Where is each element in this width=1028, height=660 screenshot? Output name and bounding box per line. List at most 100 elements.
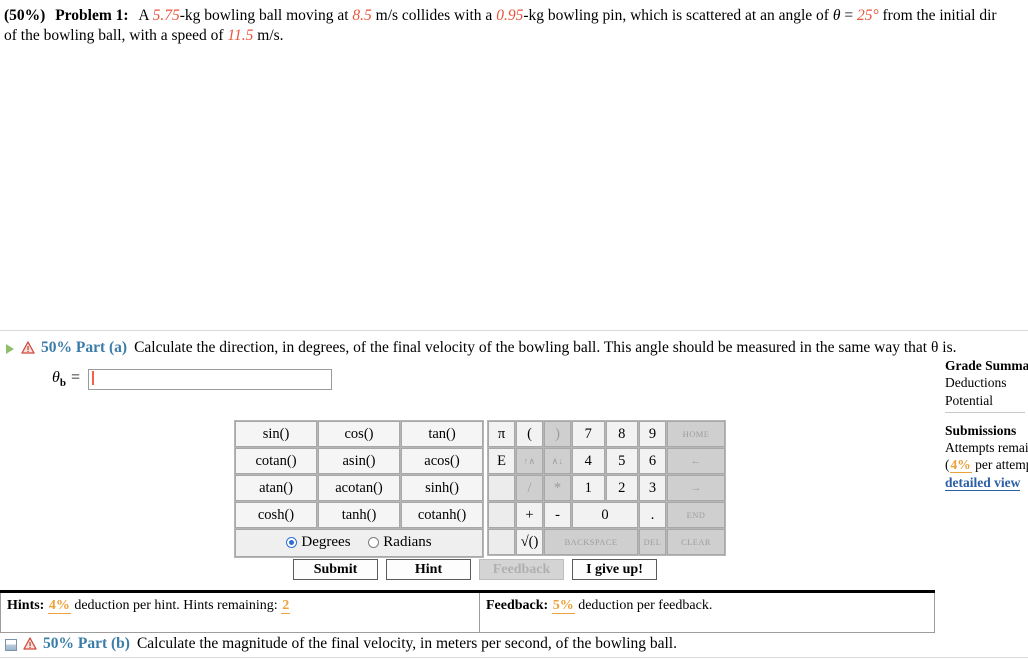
- hints-remaining-count: 2: [281, 598, 291, 614]
- feedback-description: deduction per feedback.: [578, 598, 713, 613]
- calc-key-e[interactable]: E: [488, 448, 515, 474]
- calc-key-backspace[interactable]: BACKSPACE: [544, 529, 638, 555]
- problem-title: Problem 1:: [55, 7, 129, 24]
- problem-text-seg1: A: [138, 7, 153, 24]
- warning-icon: [21, 341, 35, 354]
- calc-key-home[interactable]: HOME: [667, 421, 725, 447]
- calc-key-decimal[interactable]: .: [639, 502, 666, 528]
- calc-key-blank-3: [488, 529, 515, 555]
- problem-statement: (50%) Problem 1: A 5.75-kg bowling ball …: [0, 0, 1028, 47]
- calc-key-2[interactable]: 2: [605, 475, 638, 501]
- calc-key-open-paren[interactable]: (: [516, 421, 543, 447]
- grade-summary-panel: Grade Summa Deductions Potential Submiss…: [945, 357, 1028, 491]
- calc-key-7[interactable]: 7: [572, 421, 605, 447]
- answer-variable-label: θb =: [52, 369, 81, 389]
- calc-key-end[interactable]: END: [667, 502, 725, 528]
- calc-key-5[interactable]: 5: [605, 448, 638, 474]
- calc-key-multiply[interactable]: *: [544, 475, 571, 501]
- calc-key-cotan[interactable]: cotan(): [235, 448, 317, 474]
- calc-key-9[interactable]: 9: [639, 421, 666, 447]
- table-row: cosh() tanh() cotanh(): [235, 502, 483, 528]
- radio-degrees-button[interactable]: [286, 536, 298, 548]
- triangle-right-icon[interactable]: [6, 344, 14, 354]
- value-ball-mass: 5.75: [152, 7, 180, 24]
- radio-degrees[interactable]: Degrees: [286, 534, 351, 551]
- radio-radians-button[interactable]: [368, 536, 380, 548]
- calc-key-minus[interactable]: -: [544, 502, 571, 528]
- table-row: √() BACKSPACE DEL CLEAR: [488, 529, 725, 555]
- square-icon[interactable]: [5, 639, 17, 651]
- calculator-number-pad[interactable]: π ( ) 7 8 9 HOME E ↑∧ ∧↓ 4 5 6 ← / * 1 2…: [487, 420, 726, 556]
- calc-key-arrow-left[interactable]: ←: [667, 448, 725, 474]
- answer-variable-subscript: b: [59, 377, 66, 390]
- calc-key-sqrt[interactable]: √(): [516, 529, 543, 555]
- answer-variable-symbol: θ: [52, 369, 60, 387]
- answer-equals: =: [69, 369, 81, 387]
- calc-key-clear[interactable]: CLEAR: [667, 529, 725, 555]
- feedback-title: Feedback:: [486, 598, 549, 613]
- problem-weight: (50%): [4, 7, 46, 24]
- calc-key-cotanh[interactable]: cotanh(): [401, 502, 483, 528]
- calc-key-8[interactable]: 8: [605, 421, 638, 447]
- calc-key-sinh[interactable]: sinh(): [401, 475, 483, 501]
- calc-key-atan[interactable]: atan(): [235, 475, 317, 501]
- detailed-view-link[interactable]: detailed view: [945, 474, 1021, 491]
- grade-summary-title: Grade Summa: [945, 358, 1028, 373]
- calc-key-3[interactable]: 3: [639, 475, 666, 501]
- action-button-row: Submit Hint Feedback I give up!: [293, 559, 657, 580]
- calc-key-tanh[interactable]: tanh(): [318, 502, 400, 528]
- value-pin-speed: 11.5: [227, 27, 254, 45]
- calc-key-arrow-right[interactable]: →: [667, 475, 725, 501]
- paren-open: (: [945, 457, 950, 473]
- problem-text-seg4: -kg bowling pin, which is scattered at a…: [523, 7, 833, 24]
- value-scatter-angle: 25°: [856, 7, 879, 24]
- radio-radians[interactable]: Radians: [368, 533, 432, 551]
- angle-mode-row[interactable]: Degrees Radians: [235, 529, 483, 557]
- submit-button[interactable]: Submit: [293, 559, 378, 580]
- radio-radians-label: Radians: [383, 533, 432, 550]
- calc-key-6[interactable]: 6: [639, 448, 666, 474]
- calculator-function-pad[interactable]: sin() cos() tan() cotan() asin() acos() …: [234, 420, 484, 558]
- give-up-button[interactable]: I give up!: [572, 559, 657, 580]
- part-a-text: Calculate the direction, in degrees, of …: [134, 339, 957, 356]
- attempt-deduction-pct: 4%: [949, 457, 972, 474]
- calc-key-pi[interactable]: π: [488, 421, 515, 447]
- calc-key-cos[interactable]: cos(): [318, 421, 400, 447]
- part-a-header[interactable]: 50% Part (a) Calculate the direction, in…: [0, 339, 1028, 357]
- grade-deductions-label: Deductions: [945, 375, 1007, 391]
- value-ball-speed: 8.5: [352, 7, 372, 24]
- calc-key-cosh[interactable]: cosh(): [235, 502, 317, 528]
- calc-key-asin[interactable]: asin(): [318, 448, 400, 474]
- calc-key-acos[interactable]: acos(): [401, 448, 483, 474]
- calc-key-acotan[interactable]: acotan(): [318, 475, 400, 501]
- calculator-panel[interactable]: sin() cos() tan() cotan() asin() acos() …: [234, 420, 726, 558]
- calc-key-0[interactable]: 0: [572, 502, 638, 528]
- calc-key-del[interactable]: DEL: [639, 529, 666, 555]
- hints-feedback-bar: Hints: 4% deduction per hint. Hints rema…: [0, 590, 935, 633]
- calc-key-blank-2: [488, 502, 515, 528]
- calc-key-sin[interactable]: sin(): [235, 421, 317, 447]
- calc-key-tan[interactable]: tan(): [401, 421, 483, 447]
- hints-title: Hints:: [7, 598, 45, 613]
- calc-key-plus[interactable]: +: [516, 502, 543, 528]
- calc-key-1[interactable]: 1: [572, 475, 605, 501]
- calc-key-divide[interactable]: /: [516, 475, 543, 501]
- part-b-header[interactable]: 50% Part (b) Calculate the magnitude of …: [0, 635, 1028, 653]
- calc-key-4[interactable]: 4: [572, 448, 605, 474]
- submissions-title: Submissions: [945, 422, 1017, 438]
- table-row: Hints: 4% deduction per hint. Hints rema…: [0, 591, 935, 633]
- calc-key-power-up[interactable]: ↑∧: [516, 448, 543, 474]
- part-a-label: 50% Part (a): [41, 339, 128, 356]
- grade-panel-divider: [945, 411, 1025, 413]
- answer-input[interactable]: [87, 369, 332, 390]
- value-pin-mass: 0.95: [496, 7, 524, 24]
- calc-key-close-paren[interactable]: ): [544, 421, 571, 447]
- table-row: atan() acotan() sinh(): [235, 475, 483, 501]
- problem-line2a: of the bowling ball, with a speed of: [4, 27, 228, 45]
- hints-cell: Hints: 4% deduction per hint. Hints rema…: [0, 591, 480, 633]
- hint-button[interactable]: Hint: [386, 559, 471, 580]
- warning-icon: [23, 637, 37, 650]
- feedback-deduction-pct: 5%: [551, 598, 575, 614]
- feedback-button: Feedback: [479, 559, 564, 580]
- calc-key-power-down[interactable]: ∧↓: [544, 448, 571, 474]
